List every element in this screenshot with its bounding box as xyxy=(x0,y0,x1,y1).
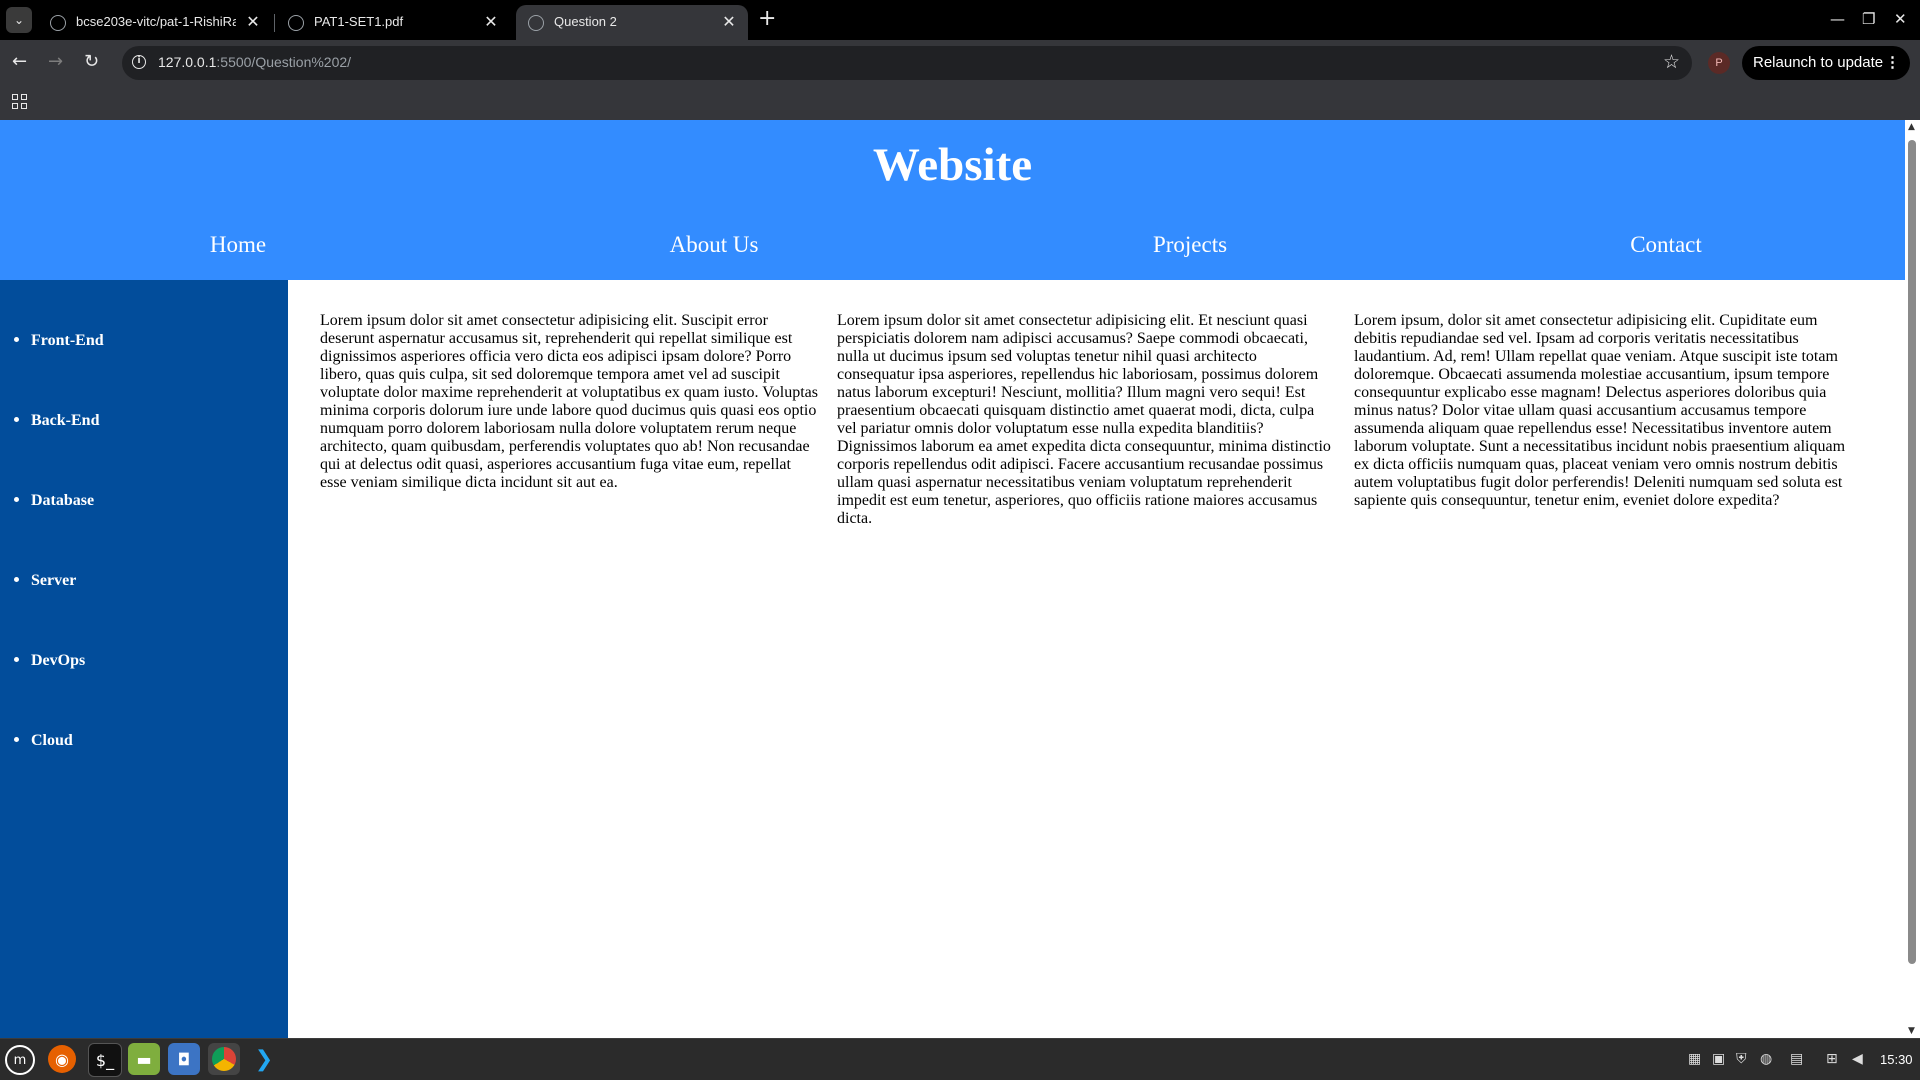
tab-question-2[interactable]: Question 2 ✕ xyxy=(516,5,748,40)
close-icon[interactable]: ✕ xyxy=(244,12,262,31)
shield-icon[interactable]: ⛨ xyxy=(1736,1051,1747,1067)
page-viewport: Website Home About Us Projects Contact F… xyxy=(0,120,1905,1038)
globe-icon xyxy=(528,15,544,31)
clipboard-icon[interactable]: ▣ xyxy=(1712,1051,1725,1067)
volume-icon[interactable]: ◀ xyxy=(1852,1051,1863,1067)
sidebar-item-devops[interactable]: DevOps xyxy=(14,652,85,670)
globe-icon xyxy=(288,15,304,31)
tab-title: PAT1-SET1.pdf xyxy=(314,14,404,29)
qr-icon[interactable]: ▦ xyxy=(1688,1051,1701,1067)
bookmark-star-icon[interactable]: ☆ xyxy=(1663,51,1680,73)
chrome-icon[interactable] xyxy=(208,1043,240,1075)
nav-link-projects[interactable]: Projects xyxy=(952,232,1428,258)
site-header: Website Home About Us Projects Contact xyxy=(0,120,1905,280)
relaunch-button[interactable]: Relaunch to update ⋮ xyxy=(1742,46,1910,80)
scroll-up-icon[interactable]: ▲ xyxy=(1908,122,1915,132)
sidebar-item-label: Server xyxy=(31,572,77,589)
bullet-icon xyxy=(14,416,19,422)
sidebar-item-label: Back-End xyxy=(31,412,100,429)
sidebar-item-cloud[interactable]: Cloud xyxy=(14,732,73,750)
scrollbar-thumb[interactable] xyxy=(1908,140,1916,964)
terminal-icon[interactable]: $_ xyxy=(88,1043,122,1077)
bullet-icon xyxy=(14,656,19,662)
bullet-icon xyxy=(14,336,19,342)
sidebar-item-database[interactable]: Database xyxy=(14,492,94,510)
reload-icon[interactable]: ↻ xyxy=(84,51,99,72)
relaunch-label: Relaunch to update xyxy=(1753,54,1884,71)
sidebar-item-server[interactable]: Server xyxy=(14,572,76,590)
restore-icon[interactable]: ❐ xyxy=(1862,10,1875,28)
vscode-icon[interactable]: ❯ xyxy=(248,1043,280,1075)
sidebar-item-back-end[interactable]: Back-End xyxy=(14,412,99,430)
nav-link-about-us[interactable]: About Us xyxy=(476,232,952,258)
tab-title: bcse203e-vitc/pat-1-RishiRa xyxy=(76,14,236,29)
new-tab-button[interactable]: + xyxy=(758,6,776,31)
taskbar-clock[interactable]: 15:30 xyxy=(1880,1052,1913,1067)
content-column-3: Lorem ipsum, dolor sit amet consectetur … xyxy=(1354,312,1846,509)
tab-title: Question 2 xyxy=(554,14,617,29)
scroll-down-icon[interactable]: ▼ xyxy=(1908,1026,1915,1036)
apps-grid-icon[interactable] xyxy=(12,94,27,109)
close-icon[interactable]: ✕ xyxy=(720,12,738,31)
nav-link-home[interactable]: Home xyxy=(0,232,476,258)
sidebar: Front-End Back-End Database Server DevOp… xyxy=(0,280,288,1038)
site-nav: Home About Us Projects Contact xyxy=(0,232,1905,272)
firefox-icon[interactable]: ◉ xyxy=(48,1045,76,1073)
site-info-icon[interactable]: i xyxy=(132,55,146,69)
bullet-icon xyxy=(14,496,19,502)
tab-separator xyxy=(274,14,275,32)
url-text: 127.0.0.1:5500/Question%202/ xyxy=(158,54,351,70)
close-window-icon[interactable]: ✕ xyxy=(1894,10,1907,28)
more-menu-icon[interactable]: ⋮ xyxy=(1885,46,1900,80)
url-path: :5500/Question%202/ xyxy=(216,54,352,70)
github-icon xyxy=(50,15,66,31)
tab-strip: ⌄ bcse203e-vitc/pat-1-RishiRa ✕ PAT1-SET… xyxy=(0,0,1920,40)
tab-search-button[interactable]: ⌄ xyxy=(6,7,32,33)
address-bar[interactable]: i 127.0.0.1:5500/Question%202/ ☆ xyxy=(122,46,1692,80)
sidebar-item-front-end[interactable]: Front-End xyxy=(14,332,104,350)
profile-avatar[interactable]: P xyxy=(1708,52,1730,74)
content-column-1: Lorem ipsum dolor sit amet consectetur a… xyxy=(320,312,818,491)
screenshot-icon[interactable]: ◘ xyxy=(168,1043,200,1075)
sidebar-item-label: Database xyxy=(31,492,95,509)
sidebar-item-label: DevOps xyxy=(31,652,86,669)
minimize-icon[interactable]: — xyxy=(1830,10,1845,28)
bookmarks-bar xyxy=(0,86,1920,120)
tab-github[interactable]: bcse203e-vitc/pat-1-RishiRa ✕ xyxy=(38,5,272,40)
mint-menu-icon[interactable]: m xyxy=(5,1045,35,1075)
files-icon[interactable]: ▬ xyxy=(128,1043,160,1075)
taskbar: m ◉ $_ ▬ ◘ ❯ ▦ ▣ ⛨ ◍ ▤ ⊞ ◀ 15:30 xyxy=(0,1038,1920,1080)
close-icon[interactable]: ✕ xyxy=(482,12,500,31)
back-icon[interactable]: ← xyxy=(12,51,27,72)
sidebar-item-label: Front-End xyxy=(31,332,104,349)
forward-icon[interactable]: → xyxy=(48,51,63,72)
intel-icon[interactable]: ◍ xyxy=(1760,1051,1772,1067)
page-scrollbar[interactable]: ▲ ▼ xyxy=(1905,120,1920,1038)
bullet-icon xyxy=(14,576,19,582)
nav-link-contact[interactable]: Contact xyxy=(1428,232,1904,258)
site-title: Website xyxy=(872,139,1033,191)
keyboard-layout-flag-icon[interactable]: ▤ xyxy=(1790,1051,1803,1067)
bullet-icon xyxy=(14,736,19,742)
content-column-2: Lorem ipsum dolor sit amet consectetur a… xyxy=(837,312,1331,527)
url-host: 127.0.0.1 xyxy=(158,54,217,70)
network-icon[interactable]: ⊞ xyxy=(1826,1051,1838,1067)
tab-pdf[interactable]: PAT1-SET1.pdf ✕ xyxy=(276,5,510,40)
sidebar-item-label: Cloud xyxy=(31,732,73,749)
browser-toolbar: ← → ↻ i 127.0.0.1:5500/Question%202/ ☆ P… xyxy=(0,40,1920,86)
